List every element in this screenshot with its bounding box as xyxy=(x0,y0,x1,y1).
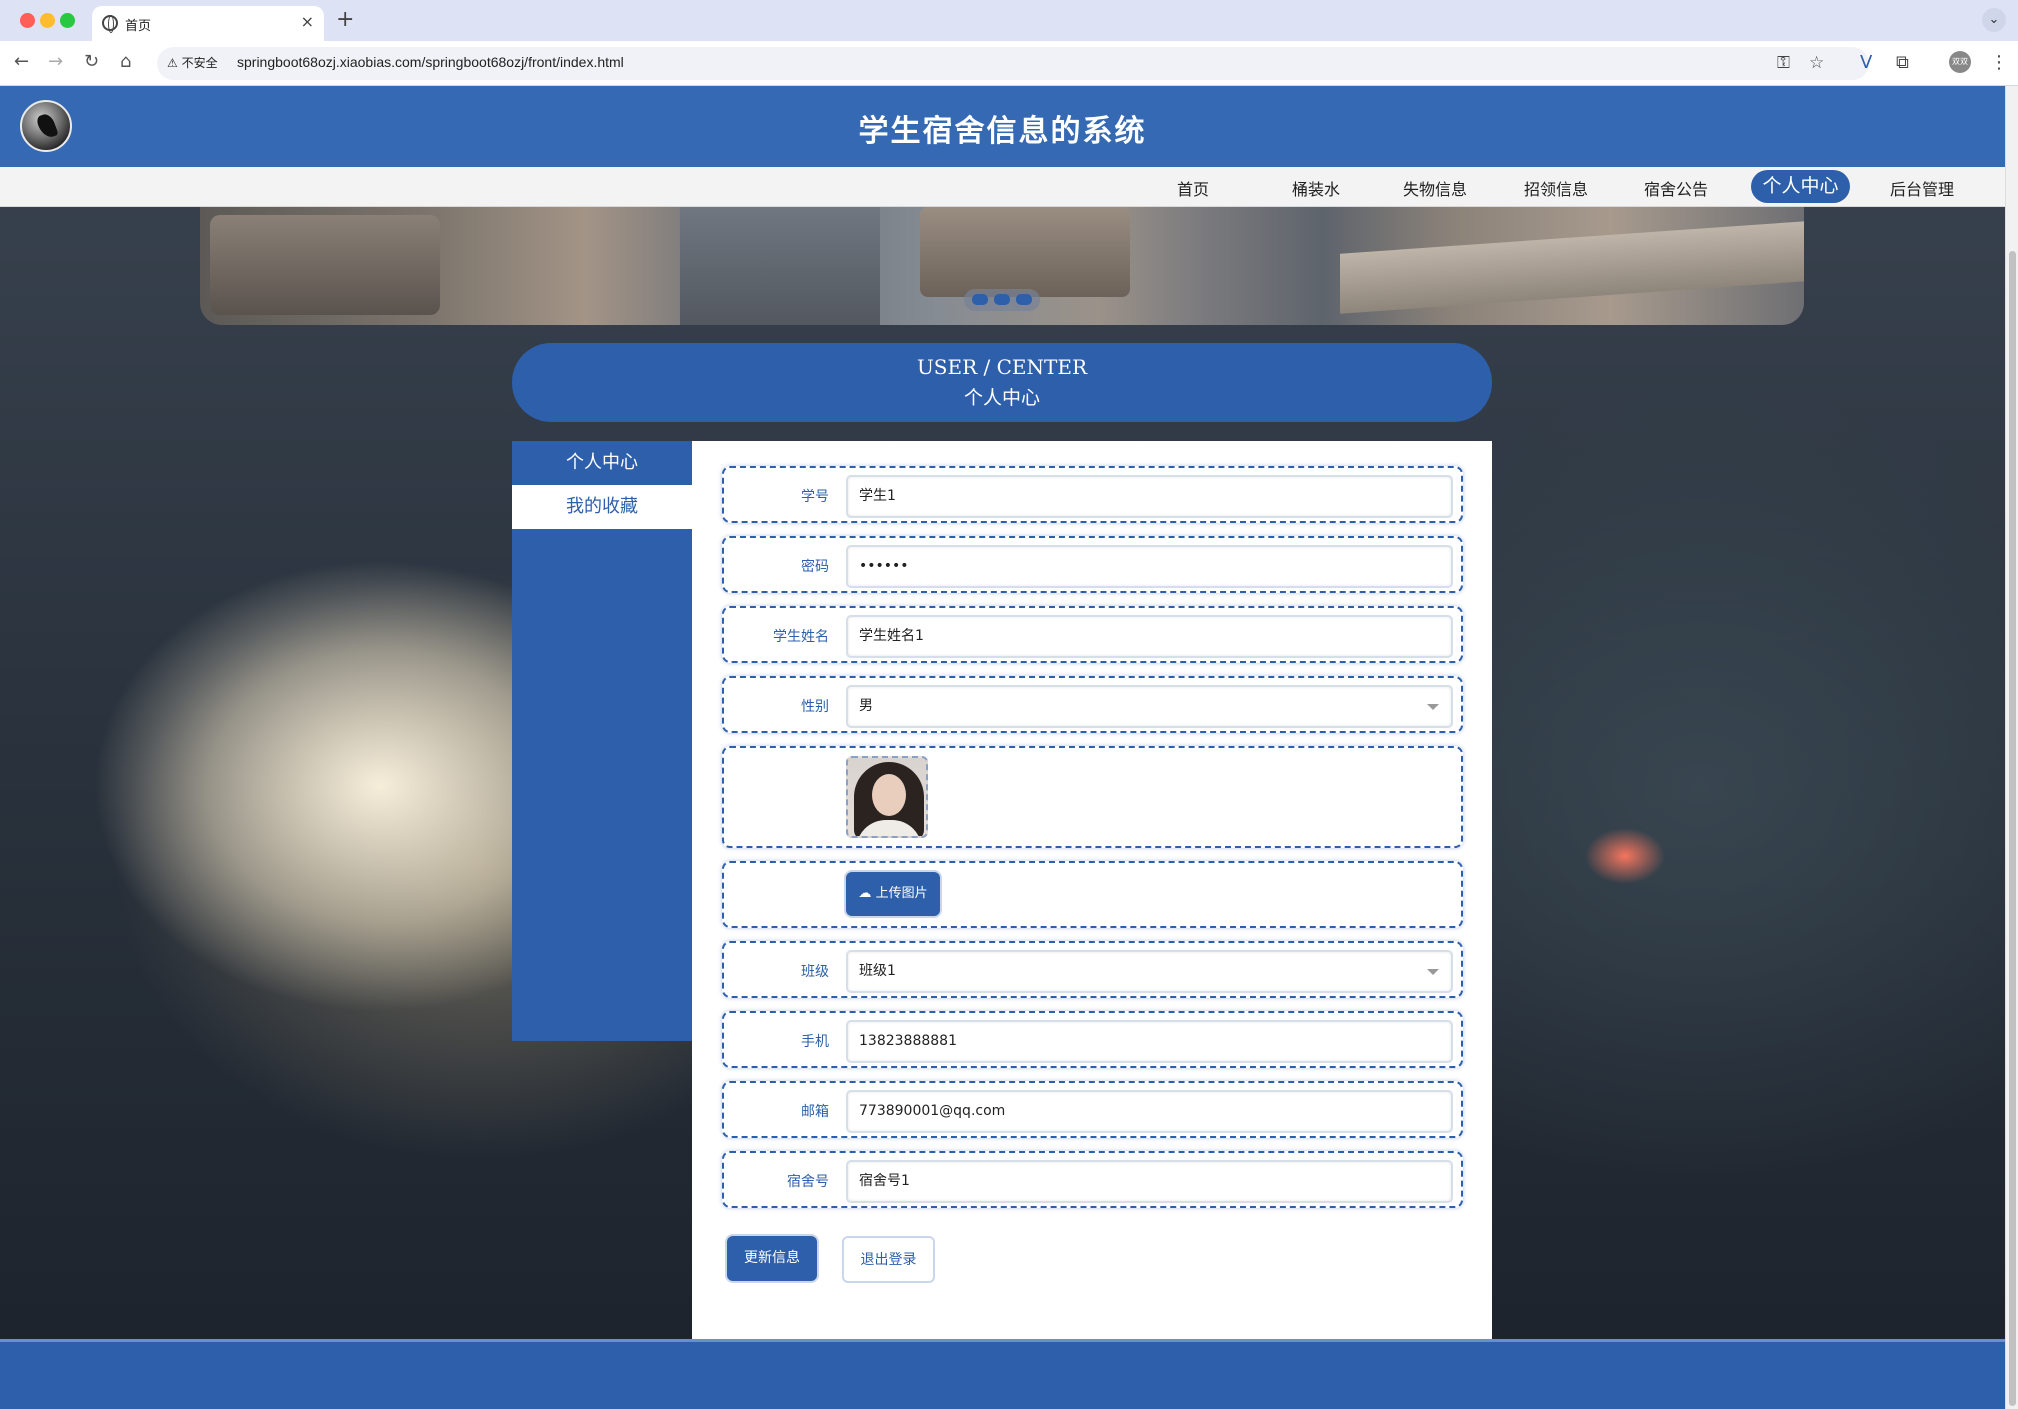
password-key-icon[interactable]: ⚿ xyxy=(1777,53,1790,73)
url-text[interactable]: springboot68ozj.xiaobias.com/springboot6… xyxy=(237,54,624,70)
nav-bottled-water[interactable]: 桶装水 xyxy=(1292,176,1340,200)
heading-en: USER / CENTER xyxy=(916,355,1088,379)
sidebar-item-favorites[interactable]: 我的收藏 xyxy=(512,485,692,529)
minimize-window-button[interactable] xyxy=(40,13,55,28)
site-footer xyxy=(0,1339,2005,1409)
class-select[interactable]: 班级1 xyxy=(846,950,1453,993)
form-row-class: 班级 班级1 xyxy=(722,941,1463,998)
site-title: 学生宿舍信息的系统 xyxy=(858,114,1147,149)
field-label: 学号 xyxy=(801,489,829,505)
chevron-down-icon xyxy=(1427,704,1439,710)
dorm-input[interactable]: 宿舍号1 xyxy=(846,1160,1453,1203)
nav-lost-items[interactable]: 失物信息 xyxy=(1403,176,1467,200)
nav-user-center[interactable]: 个人中心 xyxy=(1751,170,1850,203)
browser-tab[interactable]: 首页 × xyxy=(92,6,324,41)
tab-title: 首页 xyxy=(125,19,152,34)
user-sidebar: 个人中心 我的收藏 xyxy=(512,441,692,1041)
home-icon[interactable]: ⌂ xyxy=(120,50,131,74)
carousel-dot[interactable] xyxy=(994,294,1010,305)
form-row-student-name: 学生姓名 学生姓名1 xyxy=(722,606,1463,663)
password-input[interactable]: •••••• xyxy=(846,545,1453,588)
nav-found-items[interactable]: 招领信息 xyxy=(1524,176,1588,200)
extensions-puzzle-icon[interactable]: ⧉ xyxy=(1896,51,1909,75)
profile-form: 学号 学生1 密码 •••••• 学生姓名 学生姓名1 性别 男 ☁ 上传图片 … xyxy=(692,441,1492,1341)
page-scrollbar[interactable] xyxy=(2005,86,2018,1409)
carousel-dot[interactable] xyxy=(972,294,988,305)
chevron-down-icon xyxy=(1427,969,1439,975)
extension-v-icon[interactable]: V xyxy=(1860,51,1872,75)
logout-button[interactable]: 退出登录 xyxy=(842,1236,935,1283)
address-bar[interactable]: ⚠ 不安全 springboot68ozj.xiaobias.com/sprin… xyxy=(157,47,1869,80)
form-row-phone: 手机 13823888881 xyxy=(722,1011,1463,1068)
phone-input[interactable]: 13823888881 xyxy=(846,1020,1453,1063)
field-label: 手机 xyxy=(801,1034,829,1050)
email-input[interactable]: 773890001@qq.com xyxy=(846,1090,1453,1133)
tab-close-icon[interactable]: × xyxy=(301,13,314,31)
maximize-window-button[interactable] xyxy=(60,13,75,28)
form-row-avatar xyxy=(722,746,1463,848)
upload-label: 上传图片 xyxy=(875,886,928,901)
user-center-heading: USER / CENTER 个人中心 xyxy=(512,343,1492,422)
heading-cn: 个人中心 xyxy=(963,387,1040,409)
field-label: 邮箱 xyxy=(801,1104,829,1120)
new-tab-button[interactable]: + xyxy=(336,8,354,32)
form-row-dorm: 宿舍号 宿舍号1 xyxy=(722,1151,1463,1208)
student-name-input[interactable]: 学生姓名1 xyxy=(846,615,1453,658)
form-row-student-id: 学号 学生1 xyxy=(722,466,1463,523)
form-row-upload: ☁ 上传图片 xyxy=(722,861,1463,928)
browser-tab-bar: 首页 × + ⌄ xyxy=(0,0,2018,41)
gender-select[interactable]: 男 xyxy=(846,685,1453,728)
form-row-password: 密码 •••••• xyxy=(722,536,1463,593)
field-label: 性别 xyxy=(801,699,829,715)
globe-icon xyxy=(102,15,118,33)
close-window-button[interactable] xyxy=(20,13,35,28)
carousel-indicators xyxy=(964,289,1040,311)
form-row-gender: 性别 男 xyxy=(722,676,1463,733)
banner-carousel xyxy=(200,207,1804,325)
site-header: 学生宿舍信息的系统 xyxy=(0,86,2005,167)
nav-dorm-notice[interactable]: 宿舍公告 xyxy=(1644,176,1708,200)
field-label: 学生姓名 xyxy=(773,629,829,645)
nav-home[interactable]: 首页 xyxy=(1177,176,1209,200)
carousel-dot[interactable] xyxy=(1016,294,1032,305)
nav-admin[interactable]: 后台管理 xyxy=(1890,176,1954,200)
gender-value: 男 xyxy=(859,698,873,714)
insecure-badge[interactable]: ⚠ 不安全 xyxy=(167,54,218,71)
sidebar-item-user-center[interactable]: 个人中心 xyxy=(512,441,692,485)
back-arrow-icon[interactable]: ← xyxy=(14,50,29,74)
forward-arrow-icon[interactable]: → xyxy=(48,50,63,74)
page-background: 学生宿舍信息的系统 首页 桶装水 失物信息 招领信息 宿舍公告 个人中心 后台管… xyxy=(0,86,2005,1409)
bookmark-star-icon[interactable]: ☆ xyxy=(1809,53,1824,73)
scrollbar-thumb[interactable] xyxy=(2009,251,2016,1406)
class-value: 班级1 xyxy=(859,963,896,979)
avatar-preview[interactable] xyxy=(846,756,928,838)
form-row-email: 邮箱 773890001@qq.com xyxy=(722,1081,1463,1138)
profile-avatar[interactable]: 双双 xyxy=(1949,51,1971,73)
upload-image-button[interactable]: ☁ 上传图片 xyxy=(846,872,940,916)
update-info-button[interactable]: 更新信息 xyxy=(727,1236,817,1281)
browser-toolbar: ← → ↻ ⌂ ⚠ 不安全 springboot68ozj.xiaobias.c… xyxy=(0,41,2018,86)
field-label: 宿舍号 xyxy=(787,1174,829,1190)
cloud-upload-icon: ☁ xyxy=(858,886,872,901)
field-label: 密码 xyxy=(801,559,829,575)
browser-menu-icon[interactable]: ⋮ xyxy=(1990,51,2008,75)
student-id-input[interactable]: 学生1 xyxy=(846,475,1453,518)
field-label: 班级 xyxy=(801,964,829,980)
reload-icon[interactable]: ↻ xyxy=(84,50,99,74)
tab-search-button[interactable]: ⌄ xyxy=(1982,8,2006,32)
main-nav: 首页 桶装水 失物信息 招领信息 宿舍公告 个人中心 后台管理 xyxy=(0,167,2005,207)
